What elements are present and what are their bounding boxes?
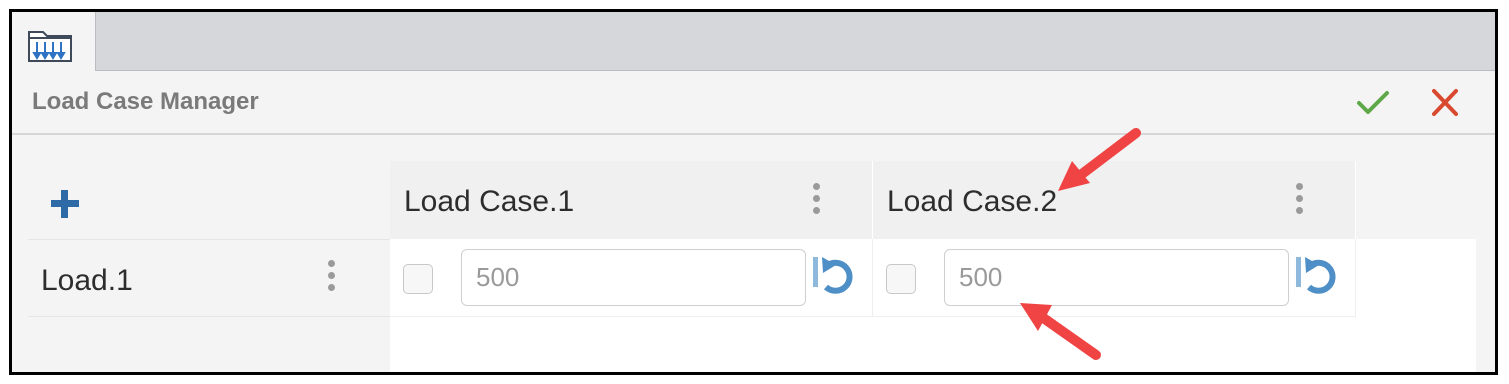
load-case-grid: Load Case.1 Load Case.2 Load.1 — [12, 128, 1495, 372]
column-header-load-case-1: Load Case.1 — [390, 161, 873, 239]
reset-icon — [1296, 257, 1336, 294]
kebab-menu-icon[interactable] — [811, 183, 821, 219]
load-case-folder-icon — [28, 31, 72, 62]
annotation-arrow-icon — [1058, 128, 1141, 191]
close-icon — [1432, 89, 1458, 116]
grid-cell-load-1-case-1 — [390, 239, 873, 317]
reset-button[interactable] — [1293, 253, 1339, 301]
plus-icon — [51, 190, 79, 218]
row-header-load-1: Load.1 — [28, 239, 390, 317]
load-value-input[interactable] — [944, 249, 1289, 306]
load-case-manager-window: Load Case Manager Load Case.1 Load Case.… — [9, 9, 1498, 375]
grid-cell-load-1-case-2 — [873, 239, 1356, 317]
column-header-label: Load Case.2 — [887, 185, 1058, 218]
cell-checkbox[interactable] — [886, 264, 916, 294]
cancel-button[interactable] — [1427, 87, 1463, 119]
column-header-label: Load Case.1 — [404, 185, 575, 218]
reset-icon — [813, 257, 853, 294]
add-load-case-button[interactable] — [48, 187, 82, 221]
kebab-menu-icon[interactable] — [1294, 183, 1304, 219]
cell-checkbox[interactable] — [403, 264, 433, 294]
kebab-menu-icon[interactable] — [326, 260, 336, 296]
page-title: Load Case Manager — [32, 88, 259, 115]
annotation-arrow-icon — [1020, 303, 1101, 360]
reset-button[interactable] — [810, 253, 856, 301]
tab-strip — [12, 12, 1495, 71]
checkmark-icon — [1357, 91, 1389, 114]
row-header-label: Load.1 — [41, 264, 133, 297]
load-value-input[interactable] — [461, 249, 806, 306]
ok-button[interactable] — [1355, 87, 1391, 119]
title-bar: Load Case Manager — [12, 71, 1495, 135]
tab-load-case-manager[interactable] — [12, 12, 96, 71]
